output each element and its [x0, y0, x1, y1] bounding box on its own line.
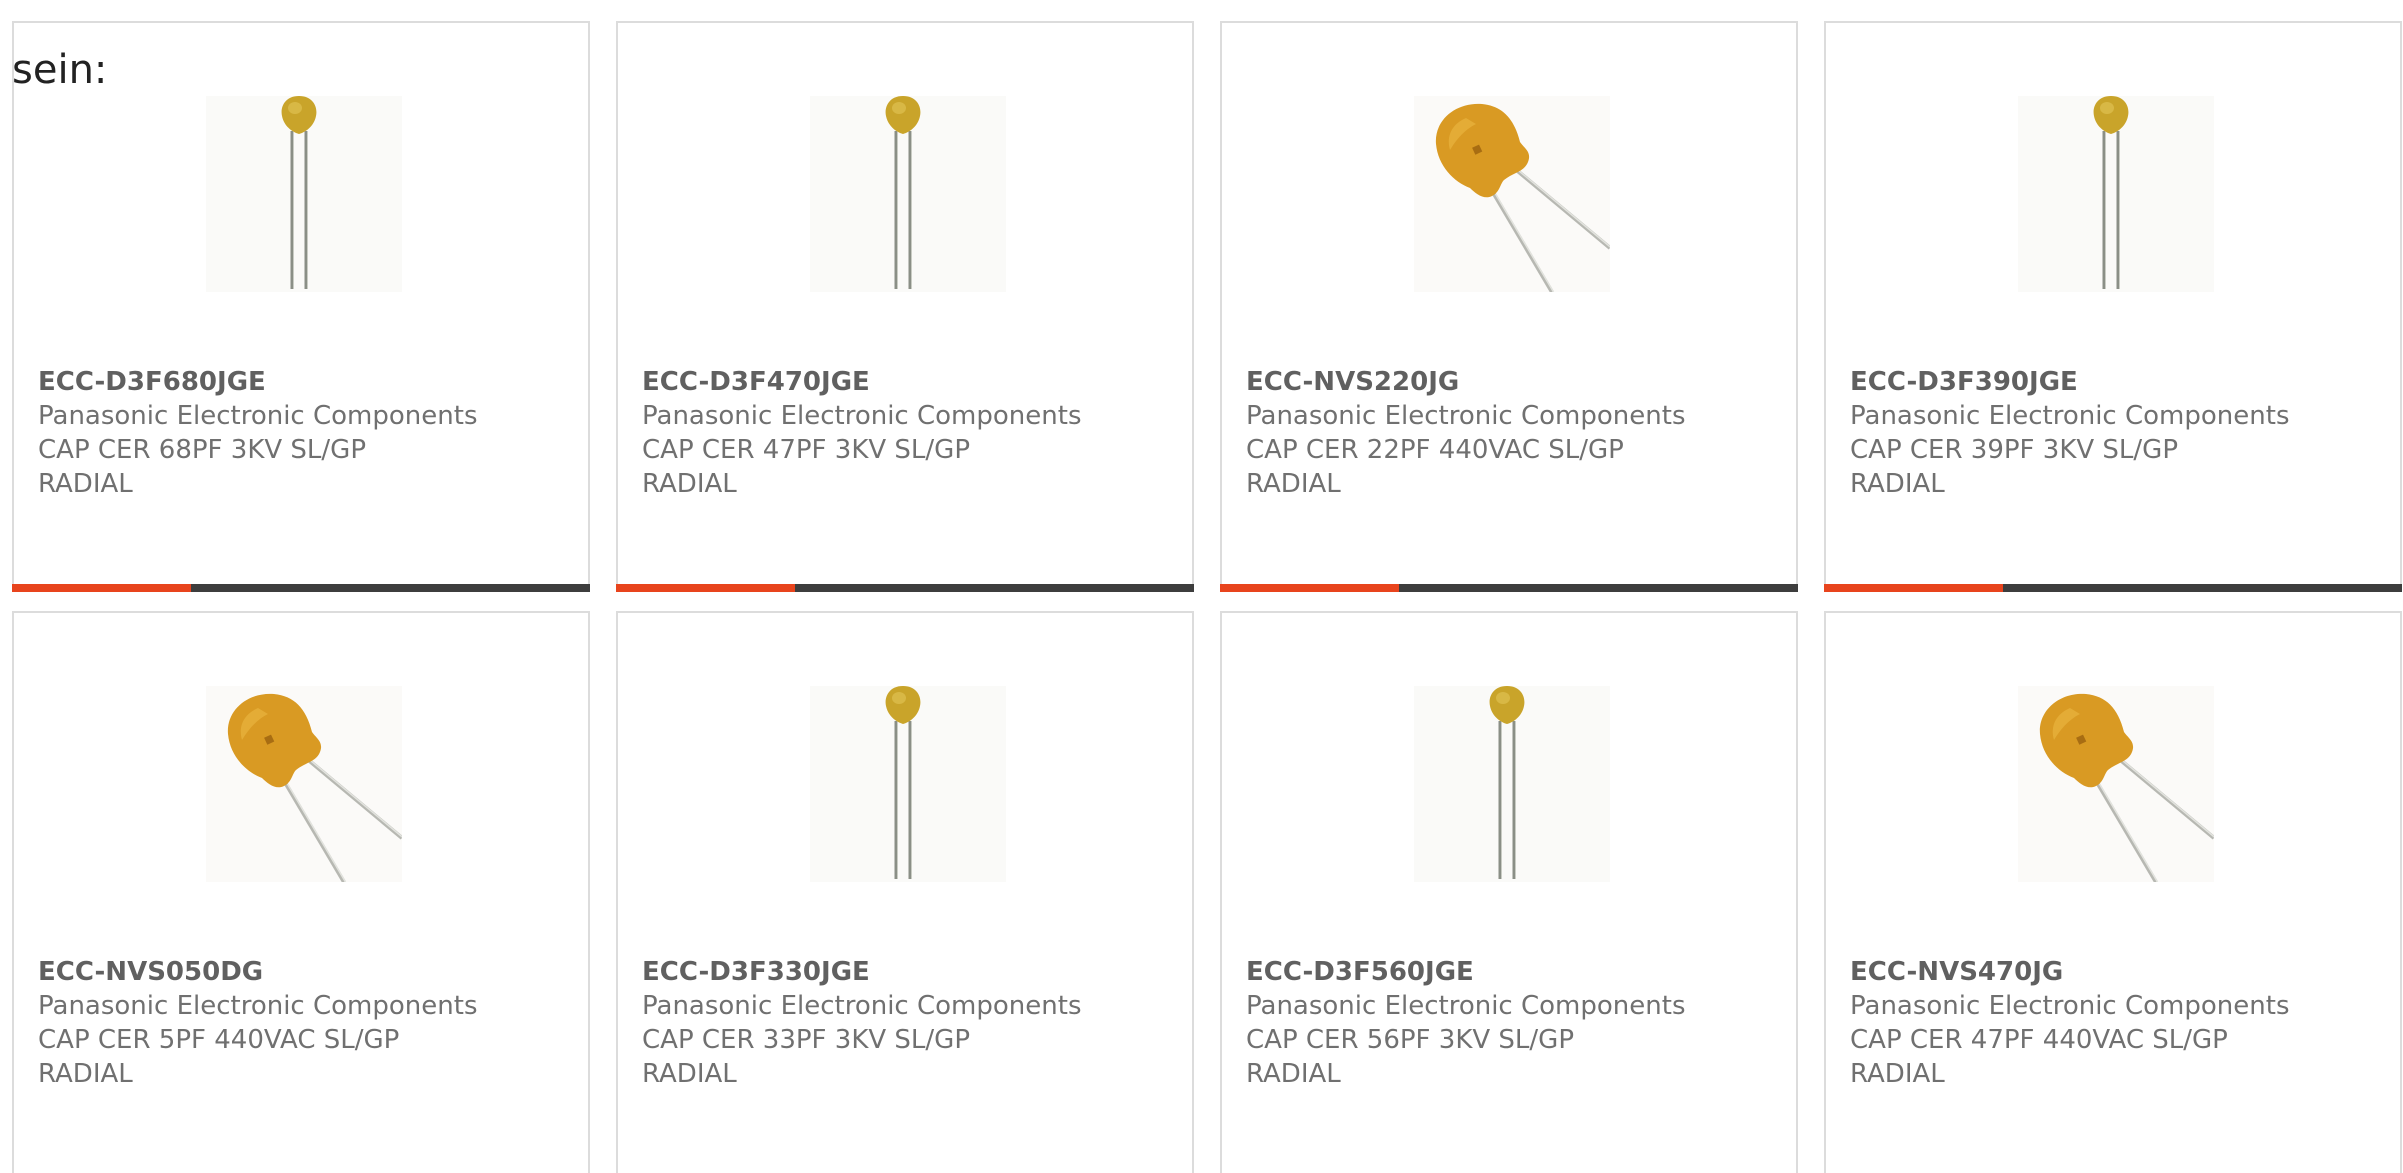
- manufacturer: Panasonic Electronic Components: [1246, 401, 1686, 431]
- product-card[interactable]: ECC-D3F470JGE Panasonic Electronic Compo…: [616, 21, 1194, 592]
- description-line-1: CAP CER 47PF 440VAC SL/GP: [1850, 1025, 2228, 1055]
- progress-bar: [12, 584, 590, 592]
- progress-fill: [1824, 584, 2004, 592]
- part-number[interactable]: ECC-D3F330JGE: [642, 955, 1176, 989]
- product-grid-page: sein: ECC-D3F680JGE Panasonic Electronic…: [0, 0, 2403, 1173]
- manufacturer: Panasonic Electronic Components: [1246, 991, 1686, 1021]
- product-image[interactable]: ■: [2018, 686, 2214, 882]
- product-image[interactable]: ■: [1414, 96, 1610, 292]
- part-number[interactable]: ECC-NVS220JG: [1246, 365, 1780, 399]
- description-line-1: CAP CER 56PF 3KV SL/GP: [1246, 1025, 1574, 1055]
- lead-text: sein:: [12, 47, 108, 93]
- product-card[interactable]: ■ ECC-NVS220JG Panasonic Electronic Comp…: [1220, 21, 1798, 592]
- capacitor-small-disc-icon: [2018, 96, 2214, 292]
- product-image[interactable]: [810, 686, 1006, 882]
- manufacturer: Panasonic Electronic Components: [1850, 991, 2290, 1021]
- manufacturer: Panasonic Electronic Components: [38, 991, 478, 1021]
- part-number[interactable]: ECC-D3F470JGE: [642, 365, 1176, 399]
- description-line-2: RADIAL: [642, 469, 737, 499]
- manufacturer: Panasonic Electronic Components: [642, 401, 1082, 431]
- product-card[interactable]: ECC-D3F680JGE Panasonic Electronic Compo…: [12, 21, 590, 592]
- capacitor-small-disc-icon: [1414, 686, 1610, 882]
- description-line-1: CAP CER 22PF 440VAC SL/GP: [1246, 435, 1624, 465]
- capacitor-small-disc-icon: [810, 96, 1006, 292]
- capacitor-large-disc-icon: ■: [206, 686, 402, 882]
- description-line-1: CAP CER 39PF 3KV SL/GP: [1850, 435, 2178, 465]
- capacitor-large-disc-icon: ■: [1414, 96, 1610, 292]
- product-card[interactable]: ■ ECC-NVS050DG Panasonic Electronic Comp…: [12, 611, 590, 1173]
- description-line-1: CAP CER 47PF 3KV SL/GP: [642, 435, 970, 465]
- progress-bar: [1220, 584, 1798, 592]
- product-image[interactable]: [206, 96, 402, 292]
- description-line-2: RADIAL: [1246, 1059, 1341, 1089]
- capacitor-large-disc-icon: ■: [2018, 686, 2214, 882]
- product-image[interactable]: ■: [206, 686, 402, 882]
- capacitor-small-disc-icon: [206, 96, 402, 292]
- product-card[interactable]: ■ ECC-NVS470JG Panasonic Electronic Comp…: [1824, 611, 2402, 1173]
- description-line-2: RADIAL: [1246, 469, 1341, 499]
- product-image[interactable]: [2018, 96, 2214, 292]
- description-line-2: RADIAL: [38, 1059, 133, 1089]
- product-card[interactable]: ECC-D3F330JGE Panasonic Electronic Compo…: [616, 611, 1194, 1173]
- manufacturer: Panasonic Electronic Components: [642, 991, 1082, 1021]
- product-image[interactable]: [1414, 686, 1610, 882]
- product-image[interactable]: [810, 96, 1006, 292]
- description-line-2: RADIAL: [642, 1059, 737, 1089]
- description-line-1: CAP CER 5PF 440VAC SL/GP: [38, 1025, 400, 1055]
- part-number[interactable]: ECC-NVS050DG: [38, 955, 572, 989]
- description-line-2: RADIAL: [1850, 1059, 1945, 1089]
- progress-fill: [1220, 584, 1400, 592]
- capacitor-small-disc-icon: [810, 686, 1006, 882]
- description-line-2: RADIAL: [1850, 469, 1945, 499]
- part-number[interactable]: ECC-D3F680JGE: [38, 365, 572, 399]
- manufacturer: Panasonic Electronic Components: [38, 401, 478, 431]
- part-number[interactable]: ECC-NVS470JG: [1850, 955, 2384, 989]
- progress-fill: [616, 584, 796, 592]
- description-line-1: CAP CER 33PF 3KV SL/GP: [642, 1025, 970, 1055]
- product-card[interactable]: ECC-D3F390JGE Panasonic Electronic Compo…: [1824, 21, 2402, 592]
- description-line-1: CAP CER 68PF 3KV SL/GP: [38, 435, 366, 465]
- progress-fill: [12, 584, 192, 592]
- progress-bar: [1824, 584, 2402, 592]
- part-number[interactable]: ECC-D3F390JGE: [1850, 365, 2384, 399]
- part-number[interactable]: ECC-D3F560JGE: [1246, 955, 1780, 989]
- progress-bar: [616, 584, 1194, 592]
- manufacturer: Panasonic Electronic Components: [1850, 401, 2290, 431]
- description-line-2: RADIAL: [38, 469, 133, 499]
- product-card[interactable]: ECC-D3F560JGE Panasonic Electronic Compo…: [1220, 611, 1798, 1173]
